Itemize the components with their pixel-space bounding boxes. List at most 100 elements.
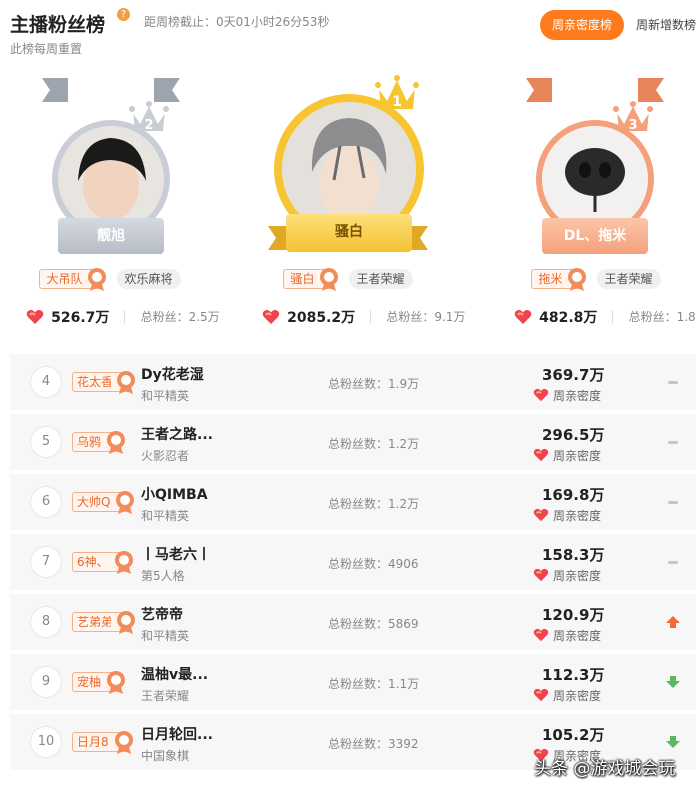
intimacy-value: 105.2万 bbox=[542, 726, 605, 744]
fan-badge: 骚白 bbox=[283, 267, 339, 291]
medal-icon bbox=[107, 671, 126, 694]
total-fans: 总粉丝：1.8万 bbox=[628, 310, 696, 324]
medal-icon bbox=[114, 551, 133, 574]
trend-down-icon bbox=[666, 736, 680, 748]
fan-badge: 拖米 bbox=[531, 267, 587, 291]
ranking-list: 4 花太香 Dy花老湿和平精英 总粉丝数：1.9万 369.7万周亲密度 5 乌鸦 王者之路.… bbox=[10, 354, 696, 774]
list-row[interactable]: 5 乌鸦 王者之路... 火影忍者 总粉丝数：1.2万 296.5万周亲密度 bbox=[10, 414, 696, 470]
total-fans: 总粉丝数：1.2万 bbox=[328, 437, 420, 451]
fan-badge: 大帅Q bbox=[72, 491, 135, 514]
tab-weekly-new-fans[interactable]: 周新增数榜 bbox=[636, 10, 696, 40]
game-tag[interactable]: 欢乐麻将 bbox=[116, 268, 181, 289]
list-row[interactable]: 4 花太香 Dy花老湿 和平精英 总粉丝数：1.9万 369.7万 周亲密度 bbox=[10, 354, 696, 410]
tab-weekly-intimacy[interactable]: 周亲密度榜 bbox=[540, 10, 624, 40]
total-fans: 总粉丝数：1.1万 bbox=[328, 677, 420, 691]
streamer-name[interactable]: 骚白 bbox=[286, 214, 412, 252]
fan-badge: 宠柚 bbox=[72, 671, 126, 694]
fan-badge: 6神、 bbox=[72, 551, 133, 574]
intimacy-label: 周亲密度 bbox=[533, 447, 601, 464]
trend-same-icon bbox=[668, 441, 678, 444]
total-fans: 总粉丝数：1.9万 bbox=[328, 377, 420, 391]
game-name: 中国象棋 bbox=[141, 749, 190, 763]
game-name: 王者荣耀 bbox=[141, 689, 190, 703]
streamer-name[interactable]: Dy花老湿 bbox=[141, 364, 204, 384]
trend-up-icon bbox=[666, 616, 680, 628]
heart-icon bbox=[26, 309, 44, 324]
list-row[interactable]: 7 6神、 丨马老六丨 第5人格 总粉丝数：4906 158.3万 周亲密度 bbox=[10, 534, 696, 590]
game-name: 和平精英 bbox=[141, 509, 190, 523]
intimacy-label: 周亲密度 bbox=[533, 687, 601, 704]
podium-rank-2[interactable]: 2 靓旭 大吊队 欢乐麻将 526.7万 总粉丝：2.5万 bbox=[10, 70, 220, 330]
countdown-text: 距周榜截止：0天01小时26分53秒 bbox=[144, 15, 330, 29]
ribbon-tail-right bbox=[638, 78, 664, 102]
medal-icon bbox=[116, 491, 135, 514]
intimacy-label: 周亲密度 bbox=[533, 627, 601, 644]
medal-icon bbox=[568, 267, 587, 291]
rank-number: 5 bbox=[30, 426, 62, 458]
trend-same-icon bbox=[668, 381, 678, 384]
medal-icon bbox=[320, 267, 339, 291]
page-header: 主播粉丝榜 ? 距周榜截止：0天01小时26分53秒 此榜每周重置 周亲密度榜 … bbox=[10, 6, 696, 66]
intimacy-label: 周亲密度 bbox=[533, 507, 601, 524]
heart-icon bbox=[533, 508, 549, 522]
streamer-name[interactable]: 王者之路... bbox=[141, 424, 213, 444]
intimacy-value: 482.8万 bbox=[539, 309, 598, 326]
total-fans: 总粉丝：2.5万 bbox=[140, 310, 220, 324]
avatar[interactable] bbox=[58, 126, 164, 232]
streamer-name[interactable]: 小QIMBA bbox=[141, 484, 208, 504]
total-fans: 总粉丝数：3392 bbox=[328, 737, 419, 751]
intimacy-value: 2085.2万 bbox=[287, 309, 356, 326]
medal-icon bbox=[117, 611, 135, 634]
game-name: 和平精英 bbox=[141, 629, 190, 643]
help-icon[interactable]: ? bbox=[117, 8, 130, 21]
list-row[interactable]: 8 艺弟弟 艺帝帝 和平精英 总粉丝数：5869 120.9万 周亲密度 bbox=[10, 594, 696, 650]
rank-number: 9 bbox=[30, 666, 62, 698]
streamer-name[interactable]: 艺帝帝 bbox=[141, 604, 183, 624]
fan-badge: 艺弟弟 bbox=[72, 611, 135, 634]
rank-number: 10 bbox=[30, 726, 62, 758]
fan-badge: 乌鸦 bbox=[72, 431, 126, 454]
podium-rank-1[interactable]: 1 骚白 骚白 王者荣耀 2085.2万 总粉丝：9.1万 bbox=[248, 70, 465, 330]
heart-icon bbox=[262, 309, 280, 324]
podium-rank-3[interactable]: 3 DL、拖米 拖米 王者荣耀 482.8万 总粉丝：1.8万 bbox=[496, 70, 696, 330]
intimacy-value: 369.7万 bbox=[542, 366, 605, 384]
heart-icon bbox=[514, 309, 532, 324]
list-row[interactable]: 6 大帅Q 小QIMBA 和平精英 总粉丝数：1.2万 169.8万 周亲密度 bbox=[10, 474, 696, 530]
streamer-name[interactable]: 温柚v最... bbox=[141, 664, 208, 684]
total-fans: 总粉丝数：1.2万 bbox=[328, 497, 420, 511]
reset-note: 此榜每周重置 bbox=[10, 42, 83, 56]
page-title: 主播粉丝榜 bbox=[10, 14, 106, 36]
trend-down-icon bbox=[666, 676, 680, 688]
fan-badge: 花太香 bbox=[72, 371, 135, 394]
intimacy-label: 周亲密度 bbox=[533, 567, 601, 584]
watermark-text: 头条 @游戏城会玩 bbox=[534, 759, 676, 779]
intimacy-label: 周亲密度 bbox=[533, 387, 601, 404]
rank-number: 8 bbox=[30, 606, 62, 638]
avatar[interactable] bbox=[542, 126, 648, 232]
streamer-name[interactable]: 靓旭 bbox=[58, 218, 164, 254]
ribbon-tail-left bbox=[42, 78, 68, 102]
intimacy-value: 112.3万 bbox=[542, 666, 605, 684]
divider bbox=[612, 309, 614, 324]
rank-number: 4 bbox=[30, 366, 62, 398]
intimacy-value: 296.5万 bbox=[542, 426, 605, 444]
game-tag[interactable]: 王者荣耀 bbox=[348, 268, 413, 289]
game-name: 火影忍者 bbox=[141, 449, 190, 463]
game-name: 第5人格 bbox=[141, 569, 185, 583]
streamer-name[interactable]: DL、拖米 bbox=[542, 218, 648, 254]
streamer-name[interactable]: 丨马老六丨 bbox=[141, 544, 211, 564]
divider bbox=[124, 309, 126, 324]
total-fans: 总粉丝数：4906 bbox=[328, 557, 419, 571]
game-tag[interactable]: 王者荣耀 bbox=[596, 268, 661, 289]
streamer-name[interactable]: 日月轮回... bbox=[141, 724, 213, 744]
svg-text:1: 1 bbox=[392, 94, 402, 110]
heart-icon bbox=[533, 448, 549, 462]
medal-icon bbox=[88, 267, 107, 291]
rank-number: 6 bbox=[30, 486, 62, 518]
intimacy-value: 120.9万 bbox=[542, 606, 605, 624]
fan-badge: 大吊队 bbox=[39, 267, 107, 291]
medal-icon bbox=[117, 371, 135, 394]
total-fans: 总粉丝：9.1万 bbox=[386, 310, 466, 324]
list-row[interactable]: 9 宠柚 温柚v最... 王者荣耀 总粉丝数：1.1万 112.3万周亲密度 bbox=[10, 654, 696, 710]
heart-icon bbox=[533, 628, 549, 642]
